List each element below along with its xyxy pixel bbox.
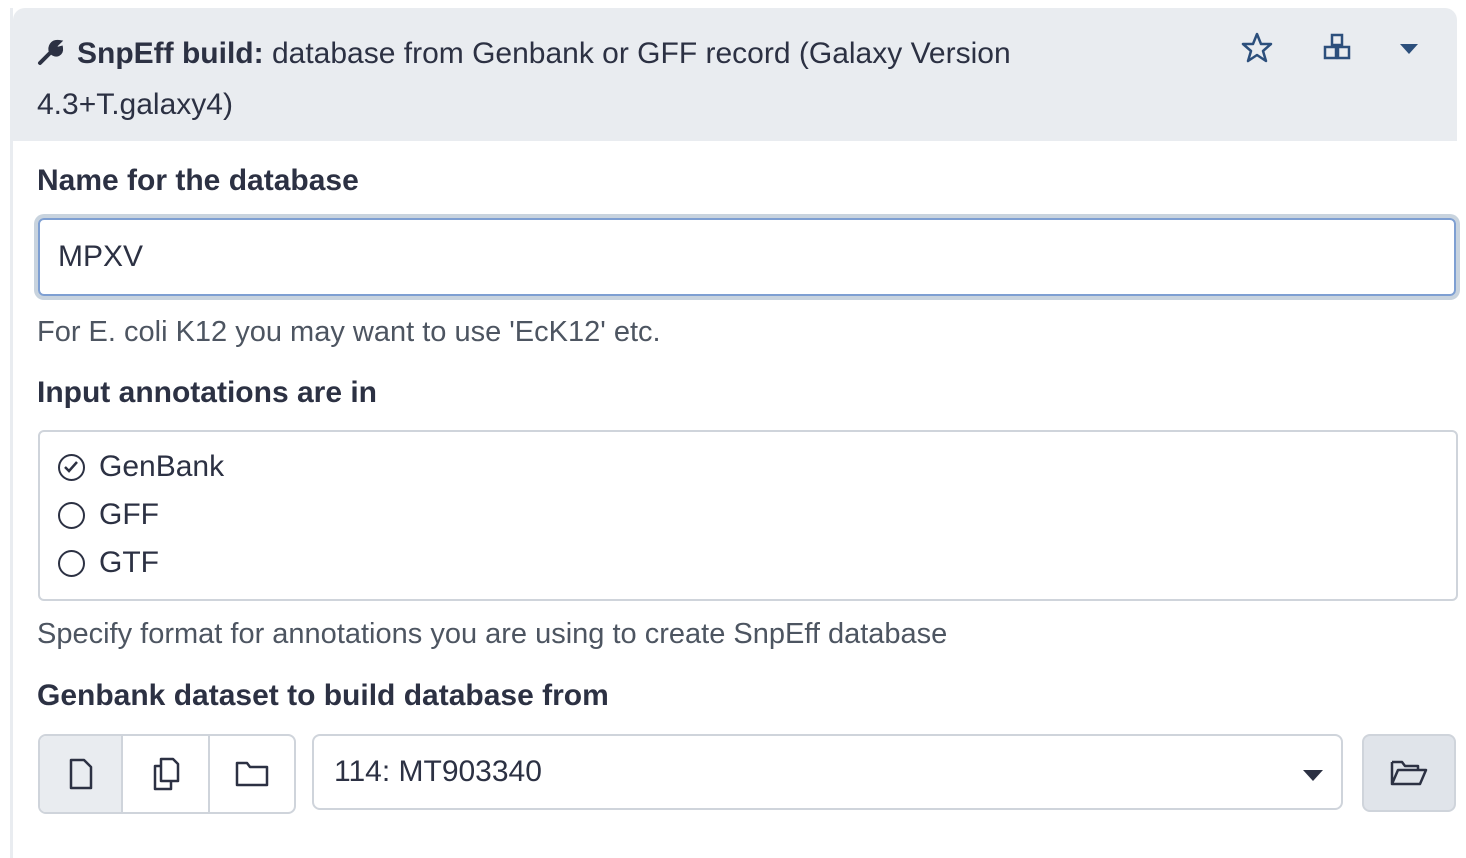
radio-genbank[interactable]: GenBank xyxy=(58,450,224,484)
copy-icon xyxy=(153,757,179,791)
wrench-icon xyxy=(37,33,67,81)
dataset-mode-group xyxy=(38,734,296,814)
radio-gff[interactable]: GFF xyxy=(58,498,159,532)
browse-datasets-button[interactable] xyxy=(1362,734,1456,812)
genbank-dataset-label: Genbank dataset to build database from xyxy=(37,679,609,712)
cubes-icon[interactable] xyxy=(1321,32,1353,69)
dataset-collection-button[interactable] xyxy=(210,736,294,812)
db-name-input[interactable]: MPXV xyxy=(38,218,1456,296)
folder-open-icon xyxy=(1390,760,1428,786)
star-icon[interactable] xyxy=(1241,32,1273,69)
radio-label: GFF xyxy=(99,498,159,531)
db-name-help: For E. coli K12 you may want to use 'EcK… xyxy=(37,316,661,348)
chevron-down-icon xyxy=(1303,770,1323,781)
selected-dataset: 114: MT903340 xyxy=(334,755,542,788)
folder-icon xyxy=(235,761,269,787)
radio-label: GenBank xyxy=(99,450,225,483)
file-icon xyxy=(69,758,92,790)
input-type-label: Input annotations are in xyxy=(37,376,378,409)
tool-form: SnpEff build: database from Genbank or G… xyxy=(10,8,1458,858)
tool-header: SnpEff build: database from Genbank or G… xyxy=(13,8,1457,141)
radio-unchecked-icon xyxy=(58,549,85,577)
dropdown-caret-icon[interactable] xyxy=(1399,42,1419,60)
multiple-datasets-button[interactable] xyxy=(123,736,210,812)
tool-name: SnpEff build: xyxy=(77,37,264,70)
db-name-label: Name for the database xyxy=(37,164,359,197)
radio-unchecked-icon xyxy=(58,501,85,529)
input-type-help: Specify format for annotations you are u… xyxy=(37,618,948,650)
single-dataset-button[interactable] xyxy=(40,736,123,812)
input-type-radio-group: GenBank GFF GTF xyxy=(38,430,1458,601)
genbank-dataset-select[interactable]: 114: MT903340 xyxy=(312,734,1343,810)
tool-title: SnpEff build: database from Genbank or G… xyxy=(37,30,1117,129)
radio-gtf[interactable]: GTF xyxy=(58,546,159,580)
radio-checked-icon xyxy=(58,453,85,481)
radio-label: GTF xyxy=(99,546,159,579)
